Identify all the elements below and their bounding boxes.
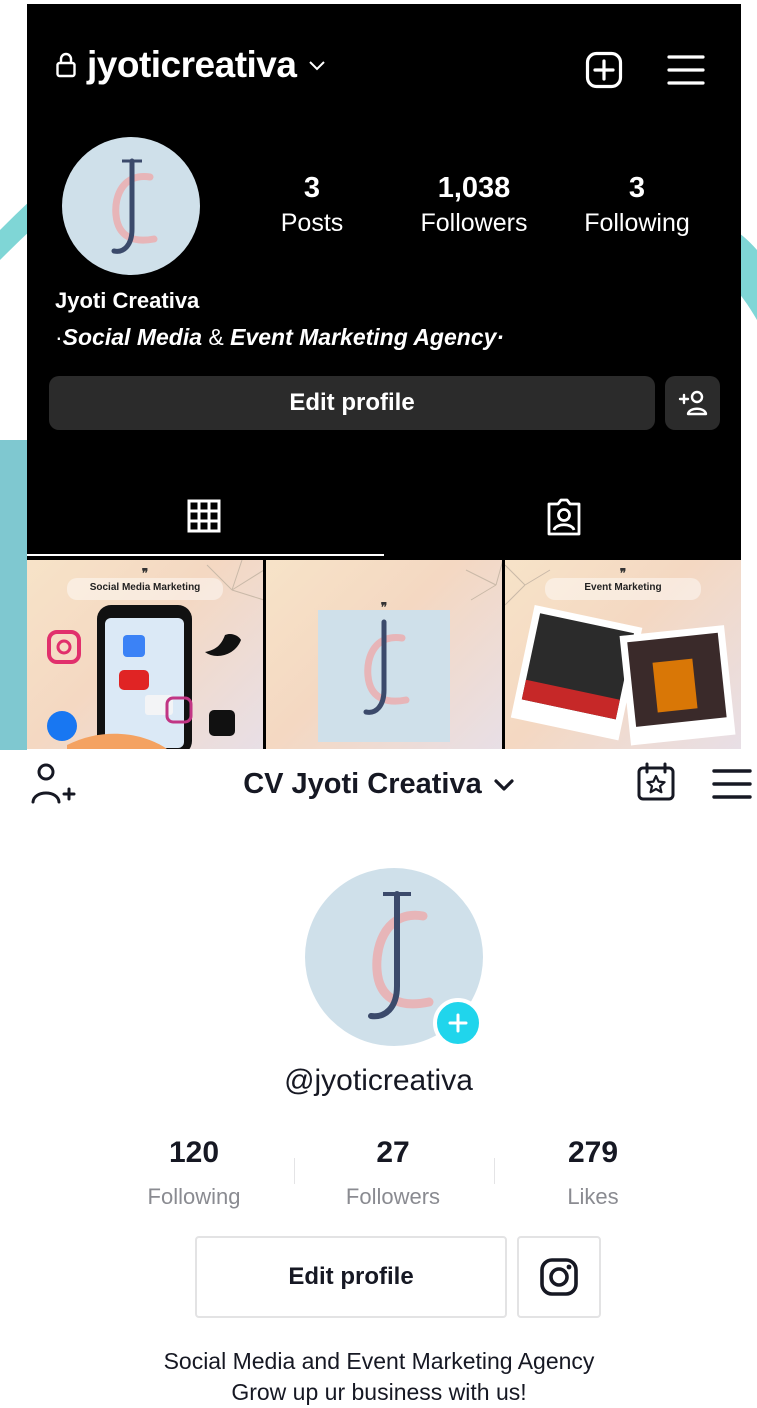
posts-grid: ❞ Social Media Marketing ❞ ❞ Event Marke… <box>27 560 741 749</box>
calendar-star-icon[interactable] <box>636 762 676 802</box>
event-photos-illustration <box>505 564 736 746</box>
post-thumbnail[interactable]: ❞ Social Media Marketing <box>27 560 263 749</box>
stat-label: Followers <box>420 209 528 237</box>
following-count[interactable]: 3 Following <box>562 172 712 238</box>
grid-icon[interactable] <box>187 499 221 533</box>
followers-count[interactable]: 1,038 Followers <box>399 172 549 238</box>
hamburger-icon[interactable] <box>712 768 752 800</box>
stat-value: 279 <box>567 1136 619 1169</box>
post-thumbnail[interactable]: ❞ Event Marketing <box>505 560 741 749</box>
bio-amp: & <box>202 324 231 350</box>
stat-value: 3 <box>303 172 321 204</box>
tagged-person-icon[interactable] <box>545 498 583 536</box>
stat-label: Followers <box>345 1184 441 1209</box>
stat-label: Likes <box>567 1184 619 1209</box>
hamburger-icon[interactable] <box>667 54 705 86</box>
lock-icon <box>56 52 76 78</box>
add-person-icon <box>678 390 707 416</box>
stat-label: Following <box>584 209 690 237</box>
instagram-link-button[interactable] <box>517 1236 601 1318</box>
jc-logo-illustration <box>318 561 502 742</box>
bio-tail: · <box>496 324 505 350</box>
stat-value: 27 <box>376 1136 410 1169</box>
stat-label: Posts <box>280 209 344 237</box>
followers-count[interactable]: 27 Followers <box>303 1136 483 1210</box>
post-thumbnail[interactable]: ❞ <box>266 560 502 749</box>
instagram-icon <box>540 1258 578 1296</box>
profile-avatar[interactable] <box>62 137 200 275</box>
full-name: Jyoti Creativa <box>55 288 200 313</box>
bio-part1: Social Media <box>62 324 202 350</box>
chevron-down-icon <box>494 779 514 791</box>
bio: ·Social Media & Event Marketing Agency· <box>55 324 504 351</box>
handle: @jyoticreativa <box>284 1064 473 1097</box>
bio-line: Grow up ur business with us! <box>231 1379 527 1405</box>
bio-lead: · <box>55 324 63 350</box>
instagram-profile: jyoticreativa 3 Posts 1,038 Followers 3 … <box>27 4 741 749</box>
likes-count[interactable]: 279 Likes <box>503 1136 683 1210</box>
edit-profile-button[interactable]: Edit profile <box>49 376 655 430</box>
account-switcher[interactable]: jyoticreativa <box>55 44 326 86</box>
following-count[interactable]: 120 Following <box>104 1136 284 1210</box>
discover-people-button[interactable] <box>665 376 720 430</box>
username: jyoticreativa <box>87 44 297 85</box>
stat-value: 1,038 <box>437 172 511 204</box>
bio-part2: Event Marketing Agency <box>230 324 497 350</box>
jc-logo <box>111 158 158 254</box>
posts-count[interactable]: 3 Posts <box>237 172 387 238</box>
stat-label: Following <box>147 1184 241 1209</box>
plus-square-icon[interactable] <box>585 51 623 89</box>
stat-value: 120 <box>168 1136 220 1169</box>
stat-divider <box>294 1158 295 1184</box>
edit-profile-button[interactable]: Edit profile <box>195 1236 507 1318</box>
social-media-illustration <box>47 560 263 749</box>
plus-icon <box>448 1013 468 1033</box>
active-tab-indicator <box>27 554 384 556</box>
add-avatar-button[interactable] <box>433 998 483 1048</box>
chevron-down-icon <box>309 61 326 71</box>
stat-divider <box>494 1158 495 1184</box>
stat-value: 3 <box>628 172 646 204</box>
bio-line: Social Media and Event Marketing Agency <box>163 1348 595 1374</box>
display-name: CV Jyoti Creativa <box>243 768 482 800</box>
